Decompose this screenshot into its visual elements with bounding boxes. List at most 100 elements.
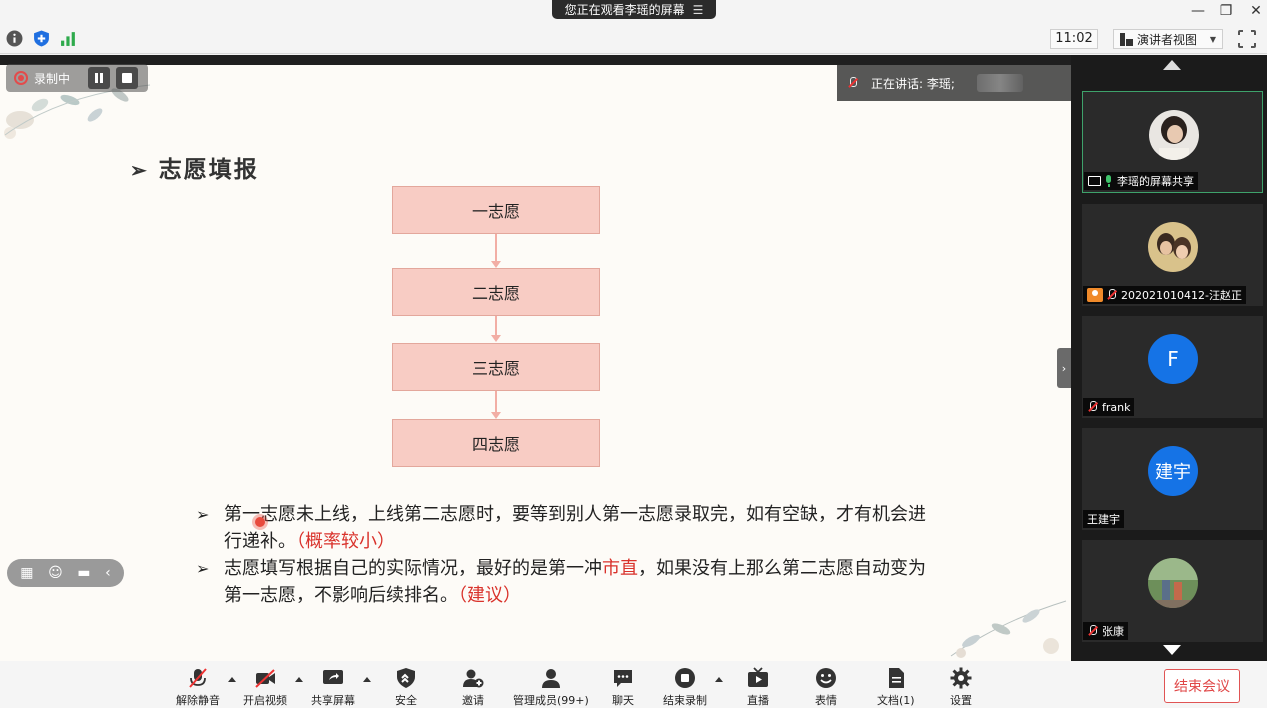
chat-button[interactable]: 聊天	[612, 667, 634, 708]
fullscreen-icon[interactable]	[1237, 29, 1257, 49]
blurred-name	[976, 74, 1023, 92]
end-record-label: 结束录制	[663, 694, 707, 707]
speaking-label: 正在讲话: 李瑶;	[871, 76, 955, 91]
video-options-caret-icon[interactable]	[295, 677, 303, 682]
minimize-icon[interactable]: —	[1188, 2, 1208, 20]
flow-box-third-choice: 三志愿	[392, 343, 600, 391]
mic-muted-icon	[1106, 289, 1118, 301]
menu-icon[interactable]: ☰	[693, 3, 704, 17]
emoji-icon[interactable]: ☺	[48, 565, 63, 581]
flow-arrow-icon	[491, 335, 501, 342]
bullet-item-1: ➢ 第一志愿未上线，上线第二志愿时，要等到别人第一志愿录取完，如有空缺，才有机会…	[196, 501, 936, 555]
signal-icon[interactable]	[60, 30, 77, 47]
stop-record-icon	[675, 668, 695, 688]
live-stream-button[interactable]: 直播	[747, 667, 769, 708]
end-meeting-button[interactable]: 结束会议	[1164, 669, 1240, 703]
shared-screen-stage: ➢ 志愿填报 一志愿 二志愿 三志愿 四志愿 ➢ 第一志愿未上线，上线第二志愿时，…	[0, 55, 1071, 661]
bullet-2-note: （建议）	[458, 585, 521, 606]
participant-tile[interactable]: 202021010412-汪赵正	[1082, 204, 1263, 306]
participant-tile[interactable]: 张康	[1082, 540, 1263, 642]
participant-label: 202021010412-汪赵正	[1083, 286, 1246, 304]
participant-label: 王建宇	[1083, 510, 1124, 528]
invite-label: 邀请	[462, 694, 484, 707]
participant-video-panel: 李瑶的屏幕共享 202021010412-汪赵正 F frank 建宇 王建宇	[1071, 55, 1267, 661]
participant-label: 张康	[1083, 622, 1128, 640]
documents-button[interactable]: 文档(1)	[877, 667, 915, 708]
pause-recording-button[interactable]	[88, 67, 111, 89]
user-icon	[1087, 288, 1103, 302]
screen-share-icon	[1088, 176, 1101, 186]
share-screen-icon	[323, 670, 343, 684]
flow-box-fourth-choice: 四志愿	[392, 419, 600, 467]
end-recording-button[interactable]: 结束录制	[663, 667, 707, 708]
arrow-bullet-icon: ➢	[196, 505, 210, 524]
apps-icon[interactable]: ▦	[20, 565, 33, 581]
scroll-up-icon[interactable]	[1163, 60, 1181, 70]
chevron-down-icon: ▼	[1209, 34, 1216, 44]
flow-connector	[495, 316, 497, 336]
arrow-bullet-icon: ➢	[196, 559, 210, 578]
slide-title: ➢ 志愿填报	[130, 150, 259, 184]
share-screen-button[interactable]: 共享屏幕	[311, 667, 355, 708]
shield-icon[interactable]	[33, 30, 50, 47]
flow-box-first-choice: 一志愿	[392, 186, 600, 234]
flow-connector	[495, 391, 497, 413]
presentation-slide: ➢ 志愿填报 一志愿 二志愿 三志愿 四志愿 ➢ 第一志愿未上线，上线第二志愿时，…	[0, 65, 1071, 661]
panel-collapse-handle[interactable]: ›	[1057, 348, 1071, 388]
stop-recording-button[interactable]	[116, 67, 139, 89]
view-mode-dropdown[interactable]: 演讲者视图 ▼	[1113, 29, 1223, 49]
avatar	[1149, 110, 1199, 160]
title-bar: 您正在观看李瑶的屏幕 ☰ — ❐ ✕	[0, 0, 1267, 24]
invite-button[interactable]: 邀请	[462, 667, 484, 708]
video-label: 开启视频	[243, 694, 287, 707]
arrow-bullet-icon: ➢	[130, 158, 149, 182]
close-icon[interactable]: ✕	[1246, 2, 1266, 20]
speaking-indicator: 正在讲话: 李瑶;	[837, 65, 1071, 101]
start-video-button[interactable]: 开启视频	[243, 667, 287, 708]
avatar: 建宇	[1148, 446, 1198, 496]
share-notice-text: 您正在观看李瑶的屏幕	[564, 3, 685, 17]
audio-options-caret-icon[interactable]	[228, 677, 236, 682]
documents-label: 文档(1)	[877, 694, 915, 707]
collapse-left-icon[interactable]: ‹	[105, 565, 111, 581]
participant-tile[interactable]: F frank	[1082, 316, 1263, 418]
security-label: 安全	[395, 694, 417, 707]
record-options-caret-icon[interactable]	[715, 677, 723, 682]
meeting-controls-bar: 解除静音 开启视频 共享屏幕 安全 邀请 管理成员(99+) 聊天 结束录制 直…	[0, 661, 1267, 708]
mic-muted-icon	[847, 77, 859, 89]
participant-tile[interactable]: 李瑶的屏幕共享	[1082, 91, 1263, 193]
layout-icon	[1120, 32, 1133, 46]
manage-members-button[interactable]: 管理成员(99+)	[513, 667, 589, 708]
restore-icon[interactable]: ❐	[1216, 2, 1236, 20]
unmute-button[interactable]: 解除静音	[176, 667, 220, 708]
settings-button[interactable]: 设置	[950, 667, 972, 708]
laser-pointer	[255, 517, 265, 527]
stop-icon	[122, 73, 133, 83]
participant-name: 李瑶的屏幕共享	[1117, 175, 1194, 188]
share-notice-pill[interactable]: 您正在观看李瑶的屏幕 ☰	[552, 0, 716, 19]
video-off-icon	[255, 669, 275, 688]
emoji-icon	[816, 668, 836, 688]
chat-bubble-icon[interactable]: ▬	[77, 565, 90, 581]
record-icon	[14, 71, 28, 85]
bullet-1-note: （概率较小）	[296, 531, 395, 552]
scroll-down-icon[interactable]	[1163, 645, 1181, 655]
share-options-caret-icon[interactable]	[363, 677, 371, 682]
info-icon[interactable]	[6, 30, 23, 47]
participant-tile[interactable]: 建宇 王建宇	[1082, 428, 1263, 530]
participant-name: 王建宇	[1087, 513, 1120, 526]
view-mode-label: 演讲者视图	[1137, 32, 1198, 47]
members-label: 管理成员(99+)	[513, 694, 589, 707]
shield-icon	[397, 668, 415, 688]
security-button[interactable]: 安全	[395, 667, 417, 708]
reactions-button[interactable]: 表情	[815, 667, 837, 708]
flow-arrow-icon	[491, 261, 501, 268]
flow-connector	[495, 234, 497, 262]
participant-name: 202021010412-汪赵正	[1121, 289, 1242, 302]
live-icon	[748, 667, 768, 687]
bullet-2-text-a: 志愿填写根据自己的实际情况，最好的是第一冲	[224, 558, 602, 579]
mic-muted-icon	[189, 668, 207, 688]
unmute-label: 解除静音	[176, 694, 220, 707]
bullet-2-highlight: 市直	[602, 558, 638, 579]
document-icon	[888, 668, 904, 688]
